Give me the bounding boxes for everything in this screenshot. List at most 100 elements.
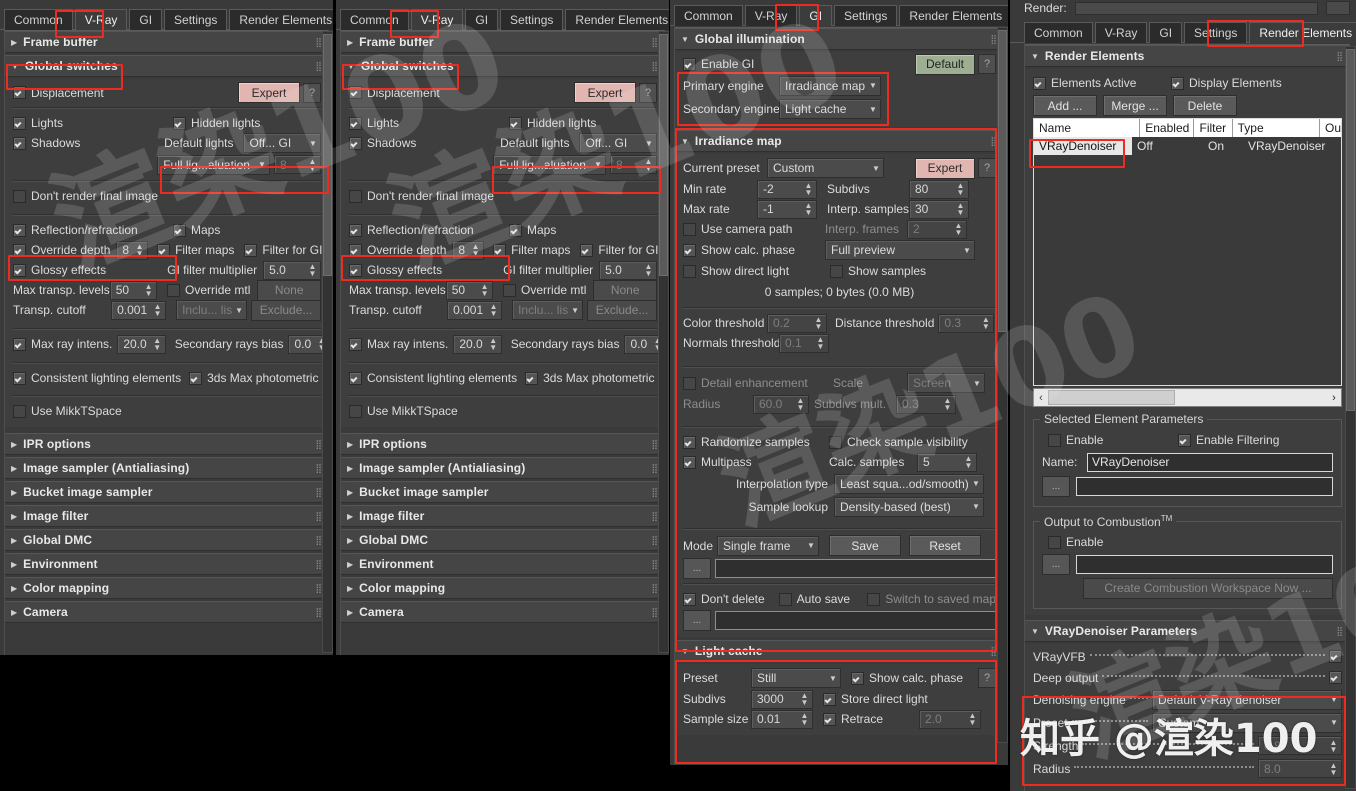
consistent-lighting-elements-checkbox[interactable]: Consistent lighting elements — [13, 371, 181, 385]
panel-4-scrollbar[interactable] — [1345, 46, 1356, 789]
light-evaluation-spinner[interactable]: 8 ▲ ▼ — [609, 155, 657, 174]
expert-button[interactable]: Expert — [915, 157, 975, 179]
max-transp-levels-spinner[interactable]: 50 ▲ ▼ — [109, 280, 158, 300]
tab-gi[interactable]: GI — [1149, 22, 1183, 43]
rollout-image-filter[interactable]: ▶ Image filter ⣿ — [5, 505, 329, 527]
rollout-image-sampler[interactable]: ▶ Image sampler (Antialiasing) ⣿ — [5, 457, 329, 479]
dont-render-final-image-checkbox[interactable]: Don't render final image — [349, 189, 494, 203]
tab-settings[interactable]: Settings — [500, 9, 564, 30]
min-rate-spinner[interactable]: -2 ▲ ▼ — [757, 179, 817, 199]
use-mikktspace-checkbox[interactable]: Use MikkTSpace — [13, 404, 122, 418]
photometric-scale-checkbox[interactable]: 3ds Max photometric scale — [189, 371, 333, 385]
reflection-refraction-checkbox[interactable]: Reflection/refraction — [349, 223, 509, 237]
override-depth-checkbox[interactable]: Override depth — [13, 243, 110, 257]
tab-common[interactable]: Common — [340, 9, 409, 30]
displacement-checkbox[interactable]: Displacement — [13, 86, 104, 100]
override-mtl-checkbox[interactable]: Override mtl — [503, 283, 586, 297]
tab-render-elements[interactable]: Render Elements — [899, 5, 1008, 26]
sample-lookup-dropdown[interactable]: Density-based (best) ▼ — [834, 496, 984, 517]
table-row[interactable]: VRayDenoiser Off On VRayDenoiser — [1034, 137, 1341, 155]
lc-retrace-checkbox[interactable]: Retrace — [823, 712, 919, 726]
rollout-global-dmc[interactable]: ▶ Global DMC ⣿ — [341, 529, 665, 551]
current-preset-dropdown[interactable]: Custom ▼ — [767, 158, 884, 178]
denoising-engine-dropdown[interactable]: Default V-Ray denoiser ▼ — [1152, 689, 1342, 710]
rollout-bucket-image-sampler[interactable]: ▶ Bucket image sampler ⣿ — [341, 481, 665, 503]
tab-gi[interactable]: GI — [129, 9, 163, 30]
max-rate-spinner[interactable]: -1 ▲ ▼ — [757, 199, 817, 219]
rollout-frame-buffer[interactable]: ▶ Frame buffer ⣿ — [341, 31, 665, 53]
autosave-path-field[interactable] — [715, 610, 996, 630]
lc-subdivs-spinner[interactable]: 3000 ▲ ▼ — [751, 689, 813, 709]
vrayvfb-checkbox[interactable] — [1329, 650, 1342, 663]
reset-button[interactable]: Reset — [909, 535, 981, 556]
lc-show-calc-phase-checkbox[interactable]: Show calc. phase — [851, 671, 963, 685]
default-lights-dropdown[interactable]: Off... GI ▼ — [579, 133, 657, 153]
multipass-checkbox[interactable]: Multipass — [683, 455, 829, 469]
tab-render-elements[interactable]: Render Elements — [229, 9, 333, 30]
browse-button-2[interactable]: ... — [683, 609, 711, 631]
scroll-left-icon[interactable]: ‹ — [1034, 392, 1048, 404]
rollout-image-sampler[interactable]: ▶ Image sampler (Antialiasing) ⣿ — [341, 457, 665, 479]
element-enable-checkbox[interactable]: Enable — [1048, 433, 1178, 447]
lc-store-direct-light-checkbox[interactable]: Store direct light — [823, 692, 928, 706]
rollout-global-switches[interactable]: ▼ Global switches ⣿ — [341, 55, 665, 77]
max-ray-intens-checkbox[interactable]: Max ray intens. — [13, 337, 112, 351]
combustion-path-input[interactable] — [1076, 554, 1333, 574]
auto-save-checkbox[interactable]: Auto save — [778, 592, 868, 606]
subdivs-spinner[interactable]: 80 ▲ ▼ — [909, 179, 969, 199]
show-calc-phase-checkbox[interactable]: Show calc. phase — [683, 243, 825, 257]
include-list-dropdown[interactable]: Inclu... list ▼ — [176, 300, 248, 320]
help-button[interactable]: ? — [978, 158, 996, 178]
delete-element-button[interactable]: Delete — [1173, 95, 1237, 116]
secondary-engine-dropdown[interactable]: Light cache ▼ — [779, 99, 881, 119]
expert-button[interactable]: Expert — [238, 82, 300, 103]
override-depth-spinner[interactable]: 8 ▲ ▼ — [116, 240, 149, 260]
primary-engine-dropdown[interactable]: Irradiance map ▼ — [779, 75, 881, 96]
default-button[interactable]: Default — [915, 53, 975, 75]
include-list-dropdown[interactable]: Inclu... list ▼ — [512, 300, 584, 320]
transp-cutoff-spinner[interactable]: 0.001 ▲ ▼ — [447, 300, 503, 320]
rollout-ipr-options[interactable]: ▶ IPR options ⣿ — [341, 433, 665, 455]
deep-output-checkbox[interactable] — [1329, 671, 1342, 684]
help-button[interactable]: ? — [978, 668, 996, 688]
gi-filter-multiplier-spinner[interactable]: 5.0 ▲ ▼ — [263, 260, 321, 280]
override-mtl-checkbox[interactable]: Override mtl — [167, 283, 250, 297]
help-button[interactable]: ? — [303, 82, 321, 103]
panel-2-scrollbar[interactable] — [658, 31, 669, 653]
panel-gi-scrollbar[interactable] — [997, 27, 1008, 743]
tab-gi[interactable]: GI — [799, 5, 833, 26]
help-button[interactable]: ? — [978, 54, 996, 74]
rollout-bucket-image-sampler[interactable]: ▶ Bucket image sampler ⣿ — [5, 481, 329, 503]
create-combustion-workspace-button[interactable]: Create Combustion Workspace Now ... — [1083, 577, 1333, 599]
add-element-button[interactable]: Add ... — [1033, 95, 1097, 116]
calc-samples-spinner[interactable]: 5 ▲ ▼ — [917, 452, 977, 472]
tab-vray[interactable]: V-Ray — [410, 9, 464, 30]
tab-settings[interactable]: Settings — [1184, 22, 1248, 43]
tab-settings[interactable]: Settings — [164, 9, 228, 30]
tab-common[interactable]: Common — [674, 5, 743, 26]
tab-gi[interactable]: GI — [465, 9, 499, 30]
strength-spinner[interactable]: 0.8 ▲ ▼ — [1258, 736, 1342, 755]
photometric-scale-checkbox[interactable]: 3ds Max photometric scale — [525, 371, 669, 385]
override-mtl-none-button[interactable]: None — [257, 279, 321, 301]
denoiser-preset-dropdown[interactable]: Custom ▼ — [1152, 712, 1342, 733]
tab-render-elements[interactable]: Render Elements — [565, 9, 669, 30]
preview-mode-dropdown[interactable]: Full preview ▼ — [825, 240, 975, 260]
scroll-thumb[interactable] — [1048, 390, 1175, 405]
list-horizontal-scrollbar[interactable]: ‹ › — [1033, 388, 1342, 407]
render-preset-field[interactable] — [1074, 1, 1318, 15]
dont-delete-checkbox[interactable]: Don't delete — [683, 592, 765, 606]
display-elements-checkbox[interactable]: Display Elements — [1171, 76, 1282, 90]
glossy-effects-checkbox[interactable]: Glossy effects — [349, 263, 503, 277]
override-mtl-none-button[interactable]: None — [593, 279, 657, 301]
rollout-light-cache[interactable]: ▼ Light cache ⣿ — [675, 640, 1004, 662]
hidden-lights-checkbox[interactable]: Hidden lights — [173, 116, 260, 130]
transp-cutoff-spinner[interactable]: 0.001 ▲ ▼ — [111, 300, 167, 320]
tab-render-elements[interactable]: Render Elements — [1249, 22, 1356, 43]
max-ray-intens-spinner[interactable]: 20.0 ▲ ▼ — [453, 334, 502, 354]
interp-frames-spinner[interactable]: 2 ▲ ▼ — [907, 219, 967, 239]
rollout-camera[interactable]: ▶ Camera ⣿ — [341, 601, 665, 623]
interpolation-type-dropdown[interactable]: Least squa...od/smooth) ▼ — [834, 473, 984, 494]
elements-active-checkbox[interactable]: Elements Active — [1033, 76, 1171, 90]
help-button[interactable]: ? — [639, 82, 657, 103]
